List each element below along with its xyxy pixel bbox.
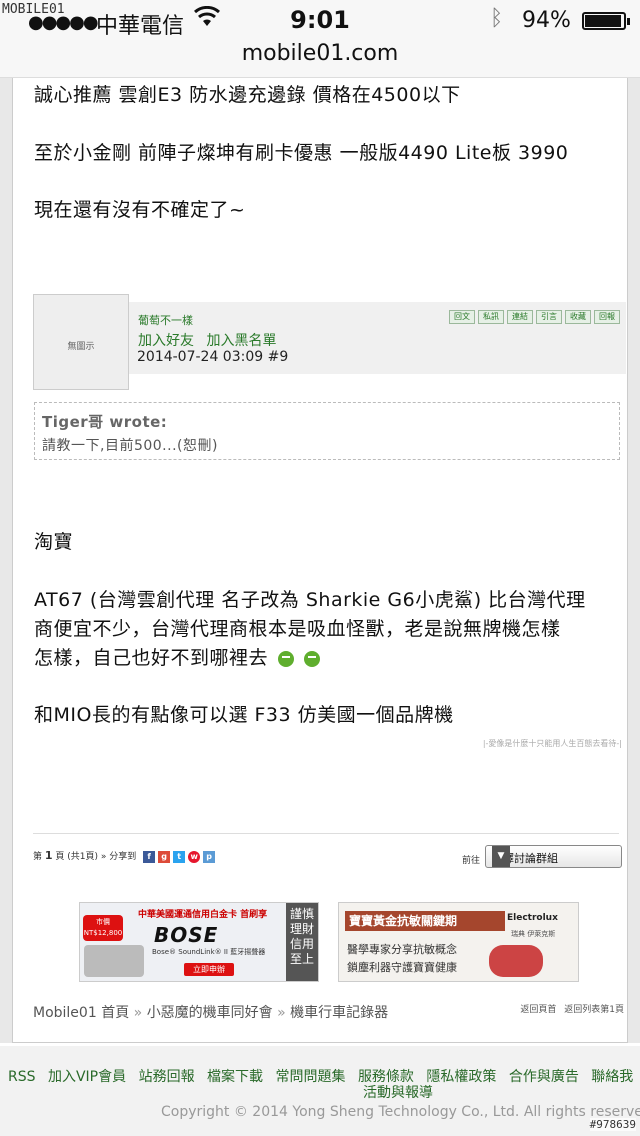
ad-price-tag: 市價 NT$12,800 xyxy=(83,915,123,941)
google-plus-icon[interactable]: g xyxy=(158,850,171,863)
breadcrumb-separator: » xyxy=(133,1005,143,1021)
breadcrumb-separator: » xyxy=(277,1005,286,1021)
ad-line: 醫學專家分享抗敏概念 xyxy=(347,943,457,956)
footer-link-events[interactable]: 活動與報導 xyxy=(363,1082,433,1102)
add-blacklist-link[interactable]: 加入黑名單 xyxy=(206,333,276,349)
avatar[interactable]: 無圖示 xyxy=(33,294,129,390)
watermark-id: #978639 xyxy=(589,1118,636,1131)
post-body-text: 怎樣，自己也好不到哪裡去 xyxy=(34,647,269,669)
back-to-list-link[interactable]: 返回列表第1頁 xyxy=(564,1005,624,1015)
username-link[interactable]: 葡萄不一樣 xyxy=(138,312,193,328)
forum-group-select[interactable]: 選擇討論群組 ▼ xyxy=(485,845,622,868)
divider xyxy=(33,833,619,834)
facebook-icon[interactable]: f xyxy=(143,850,156,863)
share-icons: f g t w p xyxy=(143,850,216,863)
url-text[interactable]: mobile01.com xyxy=(242,40,399,68)
content-panel xyxy=(12,78,628,1043)
post-timestamp: 2014-07-24 03:09 xyxy=(137,349,264,365)
bookmark-button[interactable]: 收藏 xyxy=(565,310,591,324)
address-bar[interactable]: mobile01.com xyxy=(0,40,640,78)
footer-link-advertise[interactable]: 合作與廣告 xyxy=(509,1069,579,1085)
twitter-icon[interactable]: t xyxy=(173,850,186,863)
chevron-down-icon: ▼ xyxy=(492,846,510,867)
post-text-line: 至於小金剛 前陣子燦坤有刷卡優惠 一般版4490 Lite板 3990 xyxy=(34,142,569,164)
footer-link-vip[interactable]: 加入VIP會員 xyxy=(48,1069,126,1085)
breadcrumb: Mobile01 首頁 » 小惡魔的機車同好會 » 機車行車記錄器 xyxy=(33,1002,388,1022)
page-suffix: 頁 (共1頁) » 分享到 xyxy=(55,852,137,862)
ad-headline: 中華美國運通信用白金卡 首刷享 xyxy=(138,910,268,920)
post-body-line: 淘寶 xyxy=(34,531,74,553)
footer-link-downloads[interactable]: 檔案下載 xyxy=(207,1069,263,1085)
bluetooth-icon: ᛒ xyxy=(490,6,504,31)
goto-label: 前往 xyxy=(462,856,481,866)
status-bar: MOBILE01 ●●●●● 中華電信 9:01 ᛒ 94% xyxy=(0,0,640,40)
post-body-line: 怎樣，自己也好不到哪裡去 xyxy=(34,643,321,670)
breadcrumb-board[interactable]: 機車行車記錄器 xyxy=(290,1005,388,1021)
ad-banner-bose[interactable]: 中華美國運通信用白金卡 首刷享 市價 NT$12,800 BOSE Bose® … xyxy=(79,902,319,982)
footer-link-rss[interactable]: RSS xyxy=(8,1069,36,1085)
battery-icon xyxy=(582,12,630,30)
post-actions: 回文 私訊 連結 引言 收藏 回報 xyxy=(449,310,620,324)
back-links: 返回頁首 返回列表第1頁 xyxy=(515,1002,624,1015)
post-body-line: 商便宜不少，台灣代理商根本是吸血怪獸，老是說無牌機怎樣 xyxy=(34,618,561,640)
quote-button[interactable]: 引言 xyxy=(536,310,562,324)
ad-line: 鎖塵利器守護寶寶健康 xyxy=(347,961,457,974)
breadcrumb-home[interactable]: Mobile01 首頁 xyxy=(33,1005,129,1021)
reply-button[interactable]: 回文 xyxy=(449,310,475,324)
ad-brand-subtitle: 瑞典 伊萊克斯 xyxy=(511,930,556,938)
ad-brand-logo: Electrolux xyxy=(507,913,558,923)
footer-nav: RSS 加入VIP會員 站務回報 檔案下載 常問問題集 服務條款 隱私權政策 合… xyxy=(8,1066,640,1086)
add-friend-link[interactable]: 加入好友 xyxy=(138,333,194,349)
page-frame xyxy=(0,78,640,1043)
page-number[interactable]: 1 xyxy=(45,849,53,862)
post-text-line: 現在還有沒有不確定了~ xyxy=(34,199,246,221)
quote-author: Tiger哥 wrote: xyxy=(42,413,168,431)
pagination: 第 1 頁 (共1頁) » 分享到 f g t w p xyxy=(33,849,216,863)
speaker-image xyxy=(84,945,144,977)
quote-text[interactable]: 請教一下,目前500...(恕刪) xyxy=(42,435,218,455)
user-links: 加入好友 加入黑名單 xyxy=(138,330,284,350)
user-signature: |-愛像是什麼十只能用人生百態去看待-| xyxy=(482,739,622,748)
post-body-line: AT67 (台灣雲創代理 名子改為 Sharkie G6小虎鯊) 比台灣代理 xyxy=(34,589,586,611)
battery-percent: 94% xyxy=(522,8,571,33)
post-date: 2014-07-24 03:09 #9 xyxy=(137,349,288,365)
private-message-button[interactable]: 私訊 xyxy=(478,310,504,324)
report-button[interactable]: 回報 xyxy=(594,310,620,324)
ad-disclaimer: 謹慎理財 信用至上 xyxy=(286,903,318,981)
ad-banner-electrolux[interactable]: 寶寶黃金抗敏關鍵期 醫學專家分享抗敏概念 鎖塵利器守護寶寶健康 Electrol… xyxy=(338,902,579,982)
footer-link-privacy[interactable]: 隱私權政策 xyxy=(426,1069,496,1085)
footer-link-report[interactable]: 站務回報 xyxy=(139,1069,195,1085)
weibo-icon[interactable]: w xyxy=(188,850,201,863)
post-header: 葡萄不一樣 加入好友 加入黑名單 2014-07-24 03:09 #9 回文 … xyxy=(129,302,626,374)
ad-subtext: Bose® SoundLink® II 藍牙揚聲器 xyxy=(152,948,266,956)
quote-block: Tiger哥 wrote: 請教一下,目前500...(恕刪) xyxy=(34,402,620,460)
back-to-top-link[interactable]: 返回頁首 xyxy=(520,1005,556,1015)
post-text-line: 誠心推薦 雲創E3 防水邊充邊錄 價格在4500以下 xyxy=(34,84,461,106)
vacuum-image xyxy=(489,945,543,977)
smiley-icon xyxy=(304,650,321,667)
breadcrumb-forum[interactable]: 小惡魔的機車同好會 xyxy=(147,1005,273,1021)
plurk-icon[interactable]: p xyxy=(203,850,216,863)
footer-link-contact[interactable]: 聯絡我 xyxy=(591,1069,633,1085)
smiley-icon xyxy=(278,650,295,667)
link-button[interactable]: 連結 xyxy=(507,310,533,324)
ad-brand-logo: BOSE xyxy=(154,923,219,947)
footer-link-faq[interactable]: 常問問題集 xyxy=(275,1069,345,1085)
post-body-line: 和MIO長的有點像可以選 F33 仿美國一個品牌機 xyxy=(34,704,454,726)
ad-title: 寶寶黃金抗敏關鍵期 xyxy=(345,911,505,931)
post-floor[interactable]: #9 xyxy=(268,349,289,365)
site-footer: RSS 加入VIP會員 站務回報 檔案下載 常問問題集 服務條款 隱私權政策 合… xyxy=(0,1046,640,1136)
ad-apply-button[interactable]: 立即申辦 xyxy=(184,963,234,976)
copyright: Copyright © 2014 Yong Sheng Technology C… xyxy=(161,1104,640,1120)
page-prefix: 第 xyxy=(33,852,43,862)
avatar-placeholder-text: 無圖示 xyxy=(67,342,95,352)
